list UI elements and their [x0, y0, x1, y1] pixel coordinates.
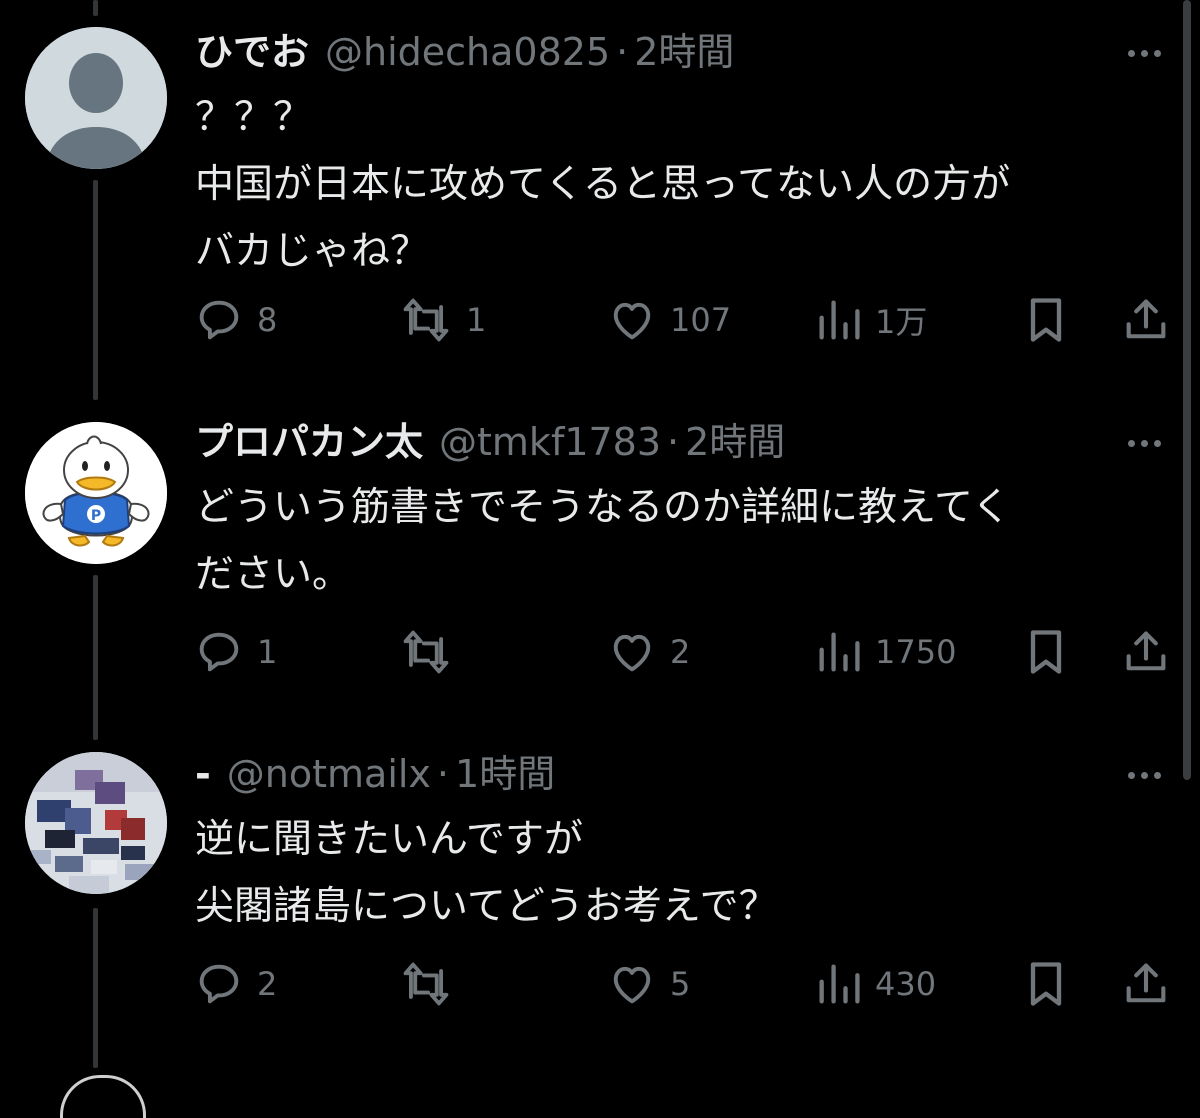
- like-count: 107: [670, 301, 732, 339]
- retweet-icon: [403, 298, 449, 342]
- heart-icon: [613, 302, 651, 340]
- share-button[interactable]: [1120, 954, 1172, 1014]
- tweet-header: プロパカン太 @tmkf1783 · 2時間: [195, 412, 785, 472]
- views-button[interactable]: 1750: [815, 622, 956, 682]
- reply-icon: [199, 632, 239, 672]
- tweet-text: ？？？ 中国が日本に攻めてくると思ってない人の方が バカじゃね？: [195, 84, 1155, 285]
- views-count: 430: [875, 965, 937, 1003]
- bookmark-button[interactable]: [1022, 622, 1070, 682]
- share-icon: [1126, 963, 1166, 1003]
- retweet-icon: [403, 630, 449, 674]
- tweet-text: 逆に聞きたいんですが 尖閣諸島についてどうお考えで？: [195, 806, 1155, 940]
- reply-count: 8: [257, 301, 278, 339]
- separator: ·: [667, 420, 680, 464]
- bookmark-button[interactable]: [1022, 290, 1070, 350]
- share-icon: [1126, 299, 1166, 339]
- bookmark-icon: [1030, 298, 1062, 342]
- like-button[interactable]: 107: [606, 290, 731, 350]
- views-count: 1万: [875, 303, 928, 341]
- action-bar: 8 1 107 1万: [0, 290, 1200, 350]
- bookmark-button[interactable]: [1022, 954, 1070, 1014]
- action-bar: 1 2 1750: [0, 622, 1200, 682]
- tweet-text-line: バカじゃね？: [195, 229, 430, 274]
- timestamp[interactable]: 2時間: [634, 22, 734, 82]
- heart-icon: [613, 966, 651, 1004]
- reply-button[interactable]: 1: [193, 622, 277, 682]
- like-button[interactable]: 5: [606, 954, 690, 1014]
- tweet[interactable]: ひでお @hidecha0825 · 2時間 ？？？ 中国が日本に攻めてくると思…: [0, 22, 1200, 362]
- default-person-icon: [25, 27, 167, 169]
- tweet-header: ひでお @hidecha0825 · 2時間: [195, 22, 734, 82]
- bookmark-icon: [1030, 630, 1062, 674]
- views-count: 1750: [875, 633, 957, 671]
- duck-mascot-icon: P: [25, 422, 167, 564]
- bookmark-icon: [1030, 962, 1062, 1006]
- analytics-icon: [819, 632, 860, 672]
- reply-count: 1: [257, 633, 278, 671]
- avatar[interactable]: [25, 752, 167, 894]
- retweet-button[interactable]: [398, 622, 466, 682]
- user-handle[interactable]: @notmailx: [227, 744, 431, 804]
- pixel-art-icon: [25, 752, 167, 894]
- share-icon: [1126, 631, 1166, 671]
- timestamp[interactable]: 1時間: [455, 744, 555, 804]
- action-bar: 2 5 430: [0, 954, 1200, 1014]
- tweet-text: どういう筋書きでそうなるのか詳細に教えてく ださい。: [195, 474, 1155, 608]
- avatar[interactable]: [25, 27, 167, 169]
- retweet-count: 1: [466, 301, 487, 339]
- avatar[interactable]: P: [25, 422, 167, 564]
- next-tweet-avatar[interactable]: [60, 1075, 146, 1118]
- more-options-icon[interactable]: [1118, 36, 1170, 70]
- heart-icon: [613, 634, 651, 672]
- scrollbar[interactable]: [1183, 0, 1191, 780]
- more-options-icon[interactable]: [1118, 758, 1170, 792]
- views-button[interactable]: 430: [815, 954, 936, 1014]
- reply-icon: [199, 964, 239, 1004]
- share-button[interactable]: [1120, 290, 1172, 350]
- tweet-text-line: ださい。: [195, 552, 352, 597]
- tweet-text-line: 尖閣諸島についてどうお考えで？: [195, 884, 778, 929]
- reply-button[interactable]: 8: [193, 290, 277, 350]
- retweet-button[interactable]: [398, 954, 466, 1014]
- svg-text:P: P: [91, 508, 101, 524]
- like-count: 2: [670, 633, 691, 671]
- display-name[interactable]: ひでお: [195, 22, 309, 82]
- tweet-header: - @notmailx · 1時間: [195, 744, 555, 804]
- more-options-icon[interactable]: [1118, 426, 1170, 460]
- separator: ·: [436, 752, 450, 796]
- reply-count: 2: [257, 965, 278, 1003]
- share-button[interactable]: [1120, 622, 1172, 682]
- like-count: 5: [670, 965, 691, 1003]
- reply-button[interactable]: 2: [193, 954, 277, 1014]
- timestamp[interactable]: 2時間: [685, 412, 785, 472]
- tweet[interactable]: P プロパカン太 @tmkf1783 · 2時間 どういう筋書きでそうなるのか詳…: [0, 412, 1200, 712]
- retweet-icon: [403, 962, 449, 1006]
- reply-icon: [199, 300, 239, 340]
- separator: ·: [616, 30, 629, 74]
- views-button[interactable]: 1万: [815, 290, 927, 350]
- thread-line: [93, 0, 98, 16]
- tweet-text-line: 中国が日本に攻めてくると思ってない人の方が: [195, 162, 1011, 207]
- tweet[interactable]: - @notmailx · 1時間 逆に聞きたいんですが 尖閣諸島についてどうお…: [0, 744, 1200, 1044]
- tweet-text-line: ？？？: [195, 95, 313, 140]
- user-handle[interactable]: @hidecha0825: [325, 22, 610, 82]
- display-name[interactable]: -: [195, 744, 211, 804]
- user-handle[interactable]: @tmkf1783: [439, 412, 661, 472]
- analytics-icon: [819, 300, 860, 340]
- display-name[interactable]: プロパカン太: [195, 412, 423, 472]
- analytics-icon: [819, 964, 860, 1004]
- tweet-text-line: 逆に聞きたいんですが: [195, 817, 584, 862]
- tweet-text-line: どういう筋書きでそうなるのか詳細に教えてく: [195, 485, 1011, 530]
- retweet-button[interactable]: 1: [398, 290, 486, 350]
- like-button[interactable]: 2: [606, 622, 690, 682]
